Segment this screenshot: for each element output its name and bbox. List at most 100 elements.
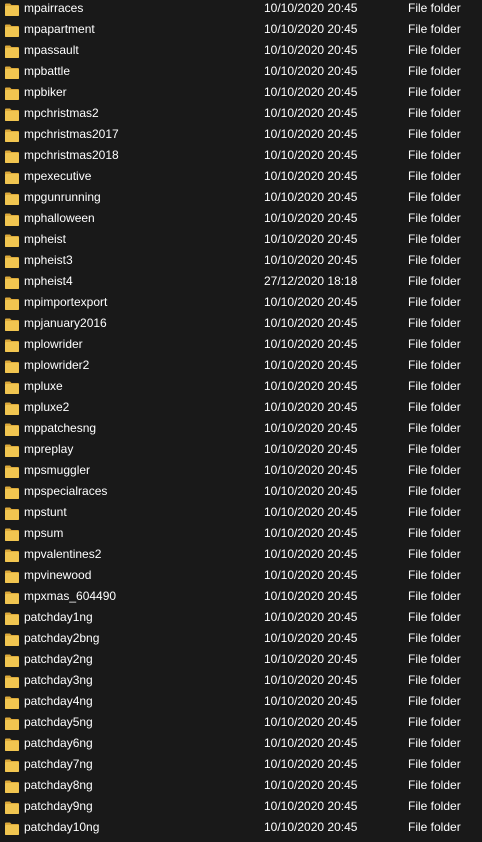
file-row[interactable]: mphalloween 10/10/2020 20:45 File folder bbox=[0, 208, 482, 229]
folder-icon bbox=[5, 464, 19, 478]
folder-icon bbox=[5, 401, 19, 415]
folder-icon bbox=[5, 296, 19, 310]
file-row[interactable]: patchday3ng 10/10/2020 20:45 File folder bbox=[0, 670, 482, 691]
file-name: patchday2ng bbox=[24, 652, 93, 666]
file-name: mppatchesng bbox=[24, 421, 97, 435]
file-row[interactable]: mpgunrunning 10/10/2020 20:45 File folder bbox=[0, 187, 482, 208]
file-row[interactable]: mpairraces 10/10/2020 20:45 File folder bbox=[0, 0, 482, 19]
file-row[interactable]: mpimportexport 10/10/2020 20:45 File folde… bbox=[0, 292, 482, 313]
file-row[interactable]: mpchristmas2018 10/10/2020 20:45 File fold… bbox=[0, 145, 482, 166]
date-modified: 27/12/2020 18:18 bbox=[264, 274, 358, 288]
date-modified: 10/10/2020 20:45 bbox=[264, 211, 358, 225]
date-modified: 10/10/2020 20:45 bbox=[264, 43, 358, 57]
file-row[interactable]: patchday10ng 10/10/2020 20:45 File folder bbox=[0, 817, 482, 838]
file-name: mpsum bbox=[24, 526, 64, 540]
folder-icon bbox=[5, 317, 19, 331]
file-row[interactable]: mpchristmas2 10/10/2020 20:45 File folder bbox=[0, 103, 482, 124]
file-row[interactable]: mpexecutive 10/10/2020 20:45 File folder bbox=[0, 166, 482, 187]
file-row[interactable]: mpbiker 10/10/2020 20:45 File folder bbox=[0, 82, 482, 103]
file-row[interactable]: mplowrider 10/10/2020 20:45 File folder bbox=[0, 334, 482, 355]
file-type: File folder bbox=[408, 43, 461, 57]
file-name: mpbiker bbox=[24, 85, 67, 99]
file-name: mpchristmas2 bbox=[24, 106, 99, 120]
file-name: mplowrider2 bbox=[24, 358, 90, 372]
folder-icon bbox=[5, 23, 19, 37]
folder-icon bbox=[5, 779, 19, 793]
file-type: File folder bbox=[408, 232, 461, 246]
file-row[interactable]: mppatchesng 10/10/2020 20:45 File folder bbox=[0, 418, 482, 439]
file-row[interactable]: patchday9ng 10/10/2020 20:45 File folder bbox=[0, 796, 482, 817]
folder-icon bbox=[5, 716, 19, 730]
date-modified: 10/10/2020 20:45 bbox=[264, 820, 358, 834]
file-name: mpluxe bbox=[24, 379, 63, 393]
file-row[interactable]: mpreplay 10/10/2020 20:45 File folder bbox=[0, 439, 482, 460]
file-row[interactable]: patchday2ng 10/10/2020 20:45 File folder bbox=[0, 649, 482, 670]
folder-icon bbox=[5, 548, 19, 562]
date-modified: 10/10/2020 20:45 bbox=[264, 22, 358, 36]
file-row[interactable]: mpassault 10/10/2020 20:45 File folder bbox=[0, 40, 482, 61]
file-row[interactable]: mpspecialraces 10/10/2020 20:45 File folde… bbox=[0, 481, 482, 502]
file-name: mpairraces bbox=[24, 1, 84, 15]
file-row[interactable]: mpheist4 27/12/2020 18:18 File folder bbox=[0, 271, 482, 292]
date-modified: 10/10/2020 20:45 bbox=[264, 190, 358, 204]
file-type: File folder bbox=[408, 211, 461, 225]
file-row[interactable]: mpxmas_604490 10/10/2020 20:45 File folder bbox=[0, 586, 482, 607]
file-row[interactable]: patchday1ng 10/10/2020 20:45 File folder bbox=[0, 607, 482, 628]
file-row[interactable]: mpsum 10/10/2020 20:45 File folder bbox=[0, 523, 482, 544]
file-row[interactable]: mpchristmas2017 10/10/2020 20:45 File fold… bbox=[0, 124, 482, 145]
file-row[interactable]: mpheist 10/10/2020 20:45 File folder bbox=[0, 229, 482, 250]
file-row[interactable]: patchday7ng 10/10/2020 20:45 File folder bbox=[0, 754, 482, 775]
file-type: File folder bbox=[408, 295, 461, 309]
file-type: File folder bbox=[408, 190, 461, 204]
file-row[interactable]: patchday4ng 10/10/2020 20:45 File folder bbox=[0, 691, 482, 712]
file-row[interactable]: patchday2bng 10/10/2020 20:45 File folder bbox=[0, 628, 482, 649]
date-modified: 10/10/2020 20:45 bbox=[264, 316, 358, 330]
file-type: File folder bbox=[408, 799, 461, 813]
file-name: mpheist bbox=[24, 232, 67, 246]
file-type: File folder bbox=[408, 757, 461, 771]
file-name: mpchristmas2018 bbox=[24, 148, 119, 162]
file-type: File folder bbox=[408, 1, 461, 15]
file-row[interactable]: mpvinewood 10/10/2020 20:45 File folder bbox=[0, 565, 482, 586]
file-row[interactable]: patchday5ng 10/10/2020 20:45 File folder bbox=[0, 712, 482, 733]
folder-icon bbox=[5, 821, 19, 835]
date-modified: 10/10/2020 20:45 bbox=[264, 799, 358, 813]
file-row[interactable]: mpluxe 10/10/2020 20:45 File folder bbox=[0, 376, 482, 397]
file-type: File folder bbox=[408, 127, 461, 141]
folder-icon bbox=[5, 128, 19, 142]
file-row[interactable]: mpbattle 10/10/2020 20:45 File folder bbox=[0, 61, 482, 82]
file-row[interactable]: mplowrider2 10/10/2020 20:45 File folder bbox=[0, 355, 482, 376]
file-row[interactable]: patchday8ng 10/10/2020 20:45 File folder bbox=[0, 775, 482, 796]
file-row[interactable]: mpstunt 10/10/2020 20:45 File folder bbox=[0, 502, 482, 523]
file-name: mplowrider bbox=[24, 337, 83, 351]
date-modified: 10/10/2020 20:45 bbox=[264, 295, 358, 309]
folder-icon bbox=[5, 737, 19, 751]
file-type: File folder bbox=[408, 673, 461, 687]
file-type: File folder bbox=[408, 253, 461, 267]
file-name: mpheist4 bbox=[24, 274, 73, 288]
date-modified: 10/10/2020 20:45 bbox=[264, 148, 358, 162]
file-row[interactable]: mpheist3 10/10/2020 20:45 File folder bbox=[0, 250, 482, 271]
file-row[interactable]: mpluxe2 10/10/2020 20:45 File folder bbox=[0, 397, 482, 418]
file-row[interactable]: mpapartment 10/10/2020 20:45 File folder bbox=[0, 19, 482, 40]
date-modified: 10/10/2020 20:45 bbox=[264, 253, 358, 267]
file-type: File folder bbox=[408, 274, 461, 288]
date-modified: 10/10/2020 20:45 bbox=[264, 1, 358, 15]
folder-icon bbox=[5, 611, 19, 625]
file-row[interactable]: mpvalentines2 10/10/2020 20:45 File folder bbox=[0, 544, 482, 565]
file-row[interactable]: mpjanuary2016 10/10/2020 20:45 File folder bbox=[0, 313, 482, 334]
date-modified: 10/10/2020 20:45 bbox=[264, 631, 358, 645]
folder-icon bbox=[5, 800, 19, 814]
file-row[interactable]: patchday6ng 10/10/2020 20:45 File folder bbox=[0, 733, 482, 754]
folder-icon bbox=[5, 527, 19, 541]
date-modified: 10/10/2020 20:45 bbox=[264, 694, 358, 708]
file-list: mpairraces 10/10/2020 20:45 File folder mpa… bbox=[0, 0, 482, 837]
file-name: patchday2bng bbox=[24, 631, 100, 645]
file-name: patchday4ng bbox=[24, 694, 93, 708]
file-row[interactable]: mpsmuggler 10/10/2020 20:45 File folder bbox=[0, 460, 482, 481]
file-name: patchday8ng bbox=[24, 778, 93, 792]
date-modified: 10/10/2020 20:45 bbox=[264, 505, 358, 519]
date-modified: 10/10/2020 20:45 bbox=[264, 232, 358, 246]
date-modified: 10/10/2020 20:45 bbox=[264, 589, 358, 603]
date-modified: 10/10/2020 20:45 bbox=[264, 64, 358, 78]
